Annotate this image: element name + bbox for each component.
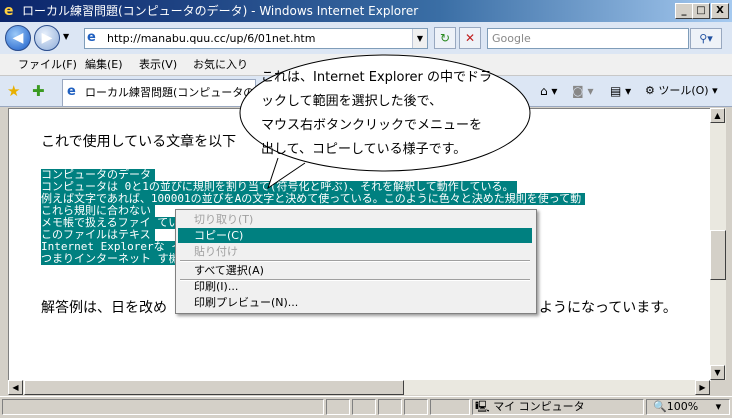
computer-icon: 🖳 <box>475 400 490 413</box>
status-pane-main <box>2 399 324 415</box>
title-bar[interactable]: e ローカル練習問題(コンピュータのデータ) - Windows Interne… <box>0 0 732 22</box>
menu-view[interactable]: 表示(V) <box>139 54 177 75</box>
address-input[interactable]: e http://manabu.quu.cc/up/6/01net.htm ▼ <box>84 28 428 49</box>
back-button[interactable]: ◀ <box>5 25 31 51</box>
scroll-left-button[interactable]: ◀ <box>8 380 23 395</box>
vertical-scroll-thumb[interactable] <box>710 230 726 280</box>
window-title: ローカル練習問題(コンピュータのデータ) - Windows Internet … <box>22 4 419 18</box>
status-pane <box>404 399 428 415</box>
add-favorites-icon[interactable]: ✚ <box>32 82 45 100</box>
search-button[interactable]: ⚲▾ <box>690 28 722 49</box>
status-bar: 🖳 マイ コンピュータ 🔍100% ▾ <box>0 396 732 418</box>
menu-favorites[interactable]: お気に入り <box>193 54 248 75</box>
security-zone[interactable]: 🖳 マイ コンピュータ <box>475 399 585 415</box>
menu-item-cut[interactable]: 切り取り(T) <box>178 212 532 227</box>
scroll-down-button[interactable]: ▼ <box>710 365 725 380</box>
scroll-up-button[interactable]: ▲ <box>710 108 725 123</box>
search-icon: ⚲▾ <box>699 32 713 45</box>
callout-text: マウス右ボタンクリックでメニューを <box>261 118 483 133</box>
maximize-button[interactable]: □ <box>692 3 710 19</box>
tab-label: ローカル練習問題(コンピュータの <box>85 86 253 99</box>
menu-item-print-preview[interactable]: 印刷プレビュー(N)... <box>178 295 532 310</box>
scroll-right-button[interactable]: ▶ <box>695 380 710 395</box>
horizontal-scrollbar[interactable]: ◀ ▶ <box>8 380 710 395</box>
address-toolbar: ◀ ▶ ▼ e http://manabu.quu.cc/up/6/01net.… <box>0 22 732 55</box>
zoom-control[interactable]: 🔍100% ▾ <box>653 399 721 415</box>
context-menu: 切り取り(T) コピー(C) 貼り付け すべて選択(A) 印刷(I)... 印刷… <box>175 209 537 314</box>
menu-item-select-all[interactable]: すべて選択(A) <box>178 263 532 278</box>
status-pane <box>430 399 470 415</box>
stop-icon: ✕ <box>464 31 476 45</box>
zoom-dropdown-icon: ▾ <box>715 400 722 413</box>
refresh-button[interactable]: ↻ <box>434 27 456 49</box>
callout-text: 出して、コピーしている様子です。 <box>261 142 467 157</box>
forward-button[interactable]: ▶ <box>34 25 60 51</box>
minimize-button[interactable]: _ <box>675 3 693 19</box>
home-button[interactable]: ⌂ ▾ <box>540 82 557 100</box>
answer-paragraph-left: 解答例は、日を改め <box>41 300 167 316</box>
status-pane <box>378 399 402 415</box>
callout-text: これは、Internet Explorer の中でドラ <box>261 70 493 85</box>
menu-edit[interactable]: 編集(E) <box>85 54 123 75</box>
tab-current[interactable]: e ローカル練習問題(コンピュータの <box>62 79 256 106</box>
recent-pages-button[interactable]: ▼ <box>63 32 69 41</box>
favorites-center-icon[interactable]: ★ <box>7 82 20 100</box>
page-icon: e <box>87 30 96 45</box>
horizontal-scroll-thumb[interactable] <box>24 380 404 395</box>
menu-item-print[interactable]: 印刷(I)... <box>178 279 532 294</box>
ie-icon: e <box>4 3 14 19</box>
status-pane <box>352 399 376 415</box>
zone-label: マイ コンピュータ <box>493 400 585 413</box>
address-url: http://manabu.quu.cc/up/6/01net.htm <box>107 32 316 45</box>
menu-item-paste[interactable]: 貼り付け <box>178 244 532 259</box>
close-button[interactable]: X <box>711 3 729 19</box>
intro-paragraph: これで使用している文章を以下 <box>41 134 237 150</box>
menu-separator <box>180 260 530 262</box>
callout-text: ックして範囲を選択した後で、 <box>261 94 443 109</box>
forward-arrow-icon: ▶ <box>41 30 53 46</box>
answer-paragraph-right: ようになっています。 <box>539 300 677 316</box>
zoom-level: 🔍100% <box>653 400 699 413</box>
stop-button[interactable]: ✕ <box>459 27 481 49</box>
search-input[interactable]: Google <box>487 28 689 49</box>
menu-file[interactable]: ファイル(F) <box>18 54 77 75</box>
tab-page-icon: e <box>67 84 76 99</box>
vertical-scrollbar[interactable]: ▲ ▼ <box>710 108 726 380</box>
print-button[interactable]: ▤ ▾ <box>610 82 631 100</box>
feeds-button[interactable]: ◙ ▾ <box>572 82 593 100</box>
address-dropdown-button[interactable]: ▼ <box>412 29 427 48</box>
back-arrow-icon: ◀ <box>12 30 24 46</box>
tools-button[interactable]: ⚙ ツール(O) ▾ <box>645 82 718 100</box>
refresh-icon: ↻ <box>439 31 451 45</box>
status-pane <box>326 399 350 415</box>
menu-item-copy[interactable]: コピー(C) <box>178 228 532 243</box>
